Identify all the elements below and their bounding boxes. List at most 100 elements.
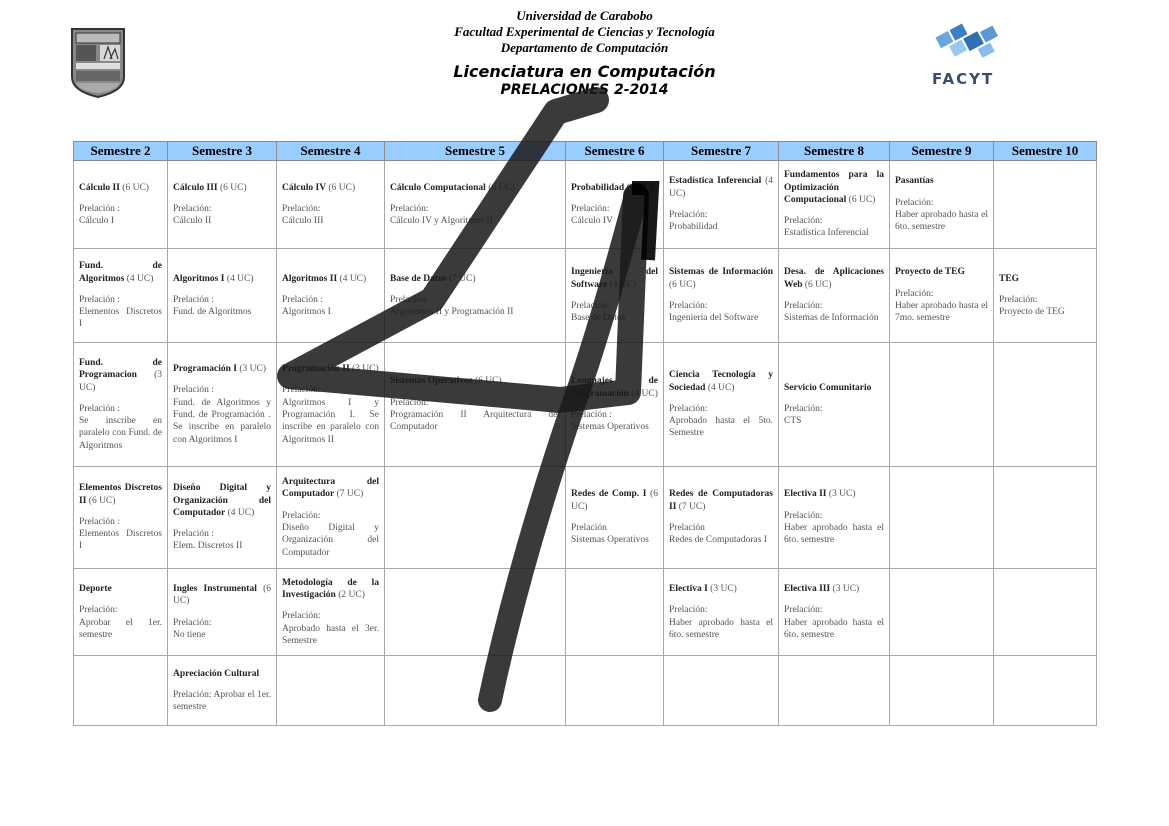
table-row: Fund. de Algoritmos (4 UC) Prelación : Ele… [73,248,1097,343]
empty-cell [384,655,566,726]
course-cell: Proyecto de TEG Prelación: Haber aprobado … [889,248,994,343]
prerequisite-value: Elementos Discretos I [79,529,162,552]
course-cell: Apreciación Cultural Prelación: Aprobar e… [167,655,277,726]
table-row: Cálculo II (6 UC) Prelación : Cálculo I Cál… [73,160,1097,249]
course-credits: (3 UC) [352,364,379,375]
course-credits: (7 UC) [678,501,706,512]
course-cell: Sistemas Operativos (6 UC) Prelación: Prog… [384,342,566,467]
course-name: Diseño Digital y Organización del Comput… [173,483,271,518]
course-name: Algoritmos II [282,273,338,284]
course-cell: Cálculo Computacional (6 UC) Prelación: Cá… [384,160,566,249]
empty-cell [565,568,664,656]
course-cell: Ingeniería del Software (4 UC) Prelación:… [565,248,664,343]
empty-cell [276,655,385,726]
prerequisite-label: Prelación: [173,617,212,628]
course-cell: Electiva II (3 UC) Prelación: Haber aproba… [778,466,890,569]
prerequisite-label: Prelación: [571,203,610,214]
empty-cell [565,655,664,726]
prerequisite-value: Algoritmos I y Programación I. Se inscri… [282,397,379,445]
course-name: Desa. de Aplicaciones Web [784,267,884,290]
course-name: Electiva III [784,583,831,594]
course-credits: (6 UC) [328,182,356,193]
prerequisite-value: Base de Datos [571,313,626,324]
course-cell: Fund. de Algoritmos (4 UC) Prelación : Ele… [73,248,168,343]
semester-header: Semestre 10 [993,141,1097,161]
prerequisite-value: Cálculo III [282,216,324,227]
course-credits: (3 UC) [239,364,266,375]
prerequisite-label: Prelación: [669,403,708,414]
course-credits: (6 UC) [488,182,515,193]
empty-cell [889,342,994,467]
prerequisite-value: Estadística Inferencial [784,228,869,239]
prerequisite-label: Prelación : [571,410,612,420]
course-name: Servicio Comunitario [784,382,872,393]
prerequisite-label: Prelación: [390,294,429,305]
empty-cell [73,655,168,726]
course-credits: (4 UC) [631,388,658,399]
empty-cell [993,655,1097,726]
course-credits: (7 UC) [336,489,364,500]
prerequisite-value: Haber aprobado hasta el 6to. semestre [669,617,773,640]
course-credits: (2 UC) [338,590,365,601]
prerequisite-value: Fund. de Algoritmos [173,307,252,318]
semester-header: Semestre 4 [276,141,385,161]
prerequisite-label: Prelación : [173,529,214,540]
course-cell: Electiva III (3 UC) Prelación: Haber aprob… [778,568,890,656]
semester-header: Semestre 2 [73,141,168,161]
course-name: Arquitectura del Computador [282,477,379,500]
prerequisite-label: Prelación: [784,403,823,414]
prerequisite-label: Prelación : [79,203,120,214]
course-cell: Fundamentos para la Optimización Computa… [778,160,890,249]
prerequisite-value: Algoritmos I [282,307,331,318]
course-cell: Metodología de la Investigación (2 UC) Pr… [276,568,385,656]
course-credits: (4 UC) [226,273,254,284]
prerequisite-label: Prelación : [282,294,323,305]
course-name: Cálculo II [79,182,120,193]
prerequisite-value: Cálculo IV [571,216,613,227]
prerequisite-value: Algoritmos II y Programación II [390,307,514,318]
prerequisite-label: Prelación: [390,203,429,214]
semester-header: Semestre 5 [384,141,566,161]
course-credits: (7 UC) [448,273,476,284]
prerequisite-value: Aprobado hasta el 5to. Semestre [669,416,773,439]
course-cell: Electiva I (3 UC) Prelación: Haber aprobad… [663,568,779,656]
course-credits: (6 UC) [122,182,149,193]
course-name: Apreciación Cultural [173,668,260,679]
prerequisite-value: Redes de Computadoras I [669,535,767,546]
prerequisite-label: Prelación: [282,203,321,214]
prerequisite-label: Prelación: [669,210,708,220]
course-cell: Algoritmos II (4 UC) Prelación : Algoritmo… [276,248,385,343]
course-cell: Probabilidad (4 UC) Prelación: Cálculo IV [565,160,664,249]
course-credits: (4 UC) [339,273,367,284]
semester-header: Semestre 7 [663,141,779,161]
course-credits: (3 UC) [828,489,856,500]
prerequisite-label: Prelación: [669,605,708,616]
course-credits: (4 UC) [126,273,154,284]
course-name: Electiva I [669,583,708,594]
course-name: Probabilidad [571,182,625,193]
prerequisite-value: Cálculo II [173,216,212,227]
course-cell: Algoritmos I (4 UC) Prelación : Fund. de A… [167,248,277,343]
prerequisite-value: Se inscribe en paralelo con Fund. de Alg… [79,416,162,451]
empty-cell [993,466,1097,569]
course-name: Deporte [79,583,112,594]
course-name: Programación II [282,364,350,375]
course-credits: (4 UC) [609,279,637,290]
prerequisite-label: Prelación : [173,294,214,305]
facyt-logo-label: FACYT [932,70,995,88]
prerequisite-label: Prelación : [79,403,120,414]
course-credits: (6 UC) [804,279,832,290]
course-credits: (6 UC) [88,495,116,506]
course-cell: Cálculo III (6 UC) Prelación: Cálculo II [167,160,277,249]
course-cell: Base de Datos (7 UC) Prelación: Algoritmos… [384,248,566,343]
course-name: Redes de Comp. I [571,489,647,500]
course-name: Ingles Instrumental [173,583,257,594]
empty-cell [993,342,1097,467]
prerequisite-value: Fund. de Algoritmos y Fund. de Programac… [173,397,271,445]
course-name: Electiva II [784,489,827,500]
prerequisite-label: Prelación : [79,516,120,527]
course-credits: (6 UC) [669,279,696,290]
prerequisite-value: Haber aprobado hasta el 7mo. semestre [895,301,988,324]
prerequisite-value: No tiene [173,629,206,640]
prerequisite-label: Prelación: [390,397,429,408]
